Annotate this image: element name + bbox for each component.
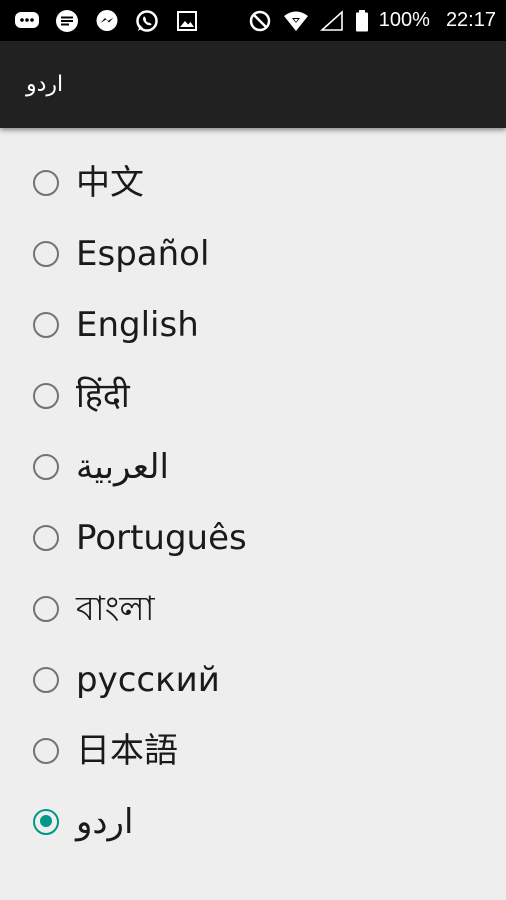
language-label: اردو [76, 801, 134, 842]
language-label: 日本語 [76, 730, 178, 771]
radio-button[interactable] [33, 382, 59, 409]
language-label: 中文 [76, 162, 144, 203]
language-option[interactable]: 中文 [0, 147, 506, 218]
language-option[interactable]: Español [0, 218, 506, 289]
language-option[interactable]: English [0, 289, 506, 360]
language-label: Español [76, 233, 210, 274]
signal-icon [319, 9, 345, 32]
radio-button[interactable] [33, 453, 59, 480]
language-option[interactable]: Português [0, 502, 506, 573]
do-not-disturb-icon [247, 10, 273, 32]
language-option[interactable]: اردو [0, 786, 506, 857]
app-title: اردو [26, 72, 64, 97]
language-radio-group: 中文 Español English हिंदी العربية Português বাং… [0, 147, 506, 857]
radio-button[interactable] [33, 595, 59, 622]
clock: 22:17 [445, 9, 496, 31]
status-bar: 100% 22:17 [0, 0, 506, 41]
app-bar: اردو [0, 41, 506, 128]
system-icons: 100% 22:17 [247, 9, 496, 32]
radio-button[interactable] [33, 169, 59, 196]
language-option[interactable]: 日本語 [0, 715, 506, 786]
language-label: हिंदी [76, 375, 130, 416]
language-label: Português [76, 517, 247, 558]
language-label: English [76, 304, 199, 345]
language-label: русский [76, 659, 220, 700]
image-icon [174, 10, 200, 32]
sms-icon [54, 9, 80, 32]
wifi-icon [283, 10, 309, 32]
language-option[interactable]: हिंदी [0, 360, 506, 431]
battery-percentage: 100% [378, 9, 430, 31]
messenger-icon [94, 9, 120, 32]
radio-button[interactable] [33, 240, 59, 267]
radio-button[interactable] [33, 737, 59, 764]
language-label: العربية [76, 446, 169, 487]
notification-icons [14, 9, 247, 32]
radio-button-checked[interactable] [33, 808, 59, 835]
radio-button[interactable] [33, 524, 59, 551]
whatsapp-icon [134, 9, 160, 32]
language-option[interactable]: العربية [0, 431, 506, 502]
language-option[interactable]: বাংলা [0, 573, 506, 644]
radio-button[interactable] [33, 666, 59, 693]
battery-icon [355, 9, 369, 32]
language-option[interactable]: русский [0, 644, 506, 715]
radio-button[interactable] [33, 311, 59, 338]
chat-bubble-icon [14, 10, 40, 32]
language-label: বাংলা [76, 588, 155, 629]
